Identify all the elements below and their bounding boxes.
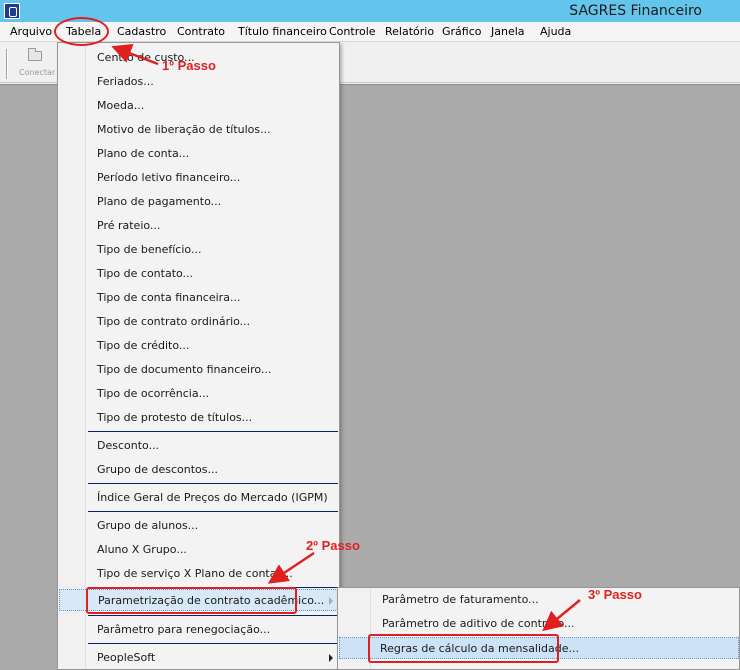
menu-grafico[interactable]: Gráfico: [442, 25, 482, 38]
menu-item-moeda[interactable]: Moeda...: [87, 95, 339, 117]
menu-item-desconto[interactable]: Desconto...: [87, 435, 339, 457]
step1-highlight-ellipse: [54, 17, 109, 46]
menu-item-plano-de-pagamento[interactable]: Plano de pagamento...: [87, 191, 339, 213]
menu-separator: [88, 643, 338, 644]
menu-cadastro[interactable]: Cadastro: [117, 25, 166, 38]
menu-item-pre-rateio[interactable]: Pré rateio...: [87, 215, 339, 237]
window-title: SAGRES Financeiro: [569, 3, 702, 19]
submenu-arrow-icon: [329, 597, 333, 605]
menu-item-parametro-aditivo[interactable]: Parâmetro de aditivo de contrato...: [372, 613, 738, 635]
toolbar-grip[interactable]: [6, 49, 8, 79]
menu-item-tipo-conta-financeira[interactable]: Tipo de conta financeira...: [87, 287, 339, 309]
app-icon[interactable]: [4, 3, 20, 19]
menu-separator: [88, 511, 338, 512]
menu-item-aluno-x-grupo[interactable]: Aluno X Grupo...: [87, 539, 339, 561]
menu-item-peoplesoft[interactable]: PeopleSoft: [87, 647, 339, 669]
menu-item-parametro-renegociacao[interactable]: Parâmetro para renegociação...: [87, 619, 339, 641]
menu-titulo-financeiro[interactable]: Título financeiro: [238, 25, 327, 38]
menu-ajuda[interactable]: Ajuda: [540, 25, 571, 38]
menu-item-tipo-de-beneficio[interactable]: Tipo de benefício...: [87, 239, 339, 261]
menu-item-tipo-de-ocorrencia[interactable]: Tipo de ocorrência...: [87, 383, 339, 405]
menu-janela[interactable]: Janela: [491, 25, 525, 38]
step2-highlight-box: [86, 587, 297, 614]
step3-highlight-box: [368, 634, 559, 663]
menu-item-grupo-de-descontos[interactable]: Grupo de descontos...: [87, 459, 339, 481]
tabela-menu: Centro de custo... Feriados... Moeda... …: [57, 42, 340, 670]
menu-arquivo[interactable]: Arquivo: [10, 25, 52, 38]
menu-bar: Arquivo Tabela Cadastro Contrato Título …: [0, 22, 740, 42]
menu-item-periodo-letivo[interactable]: Período letivo financeiro...: [87, 167, 339, 189]
menu-item-tipo-de-credito[interactable]: Tipo de crédito...: [87, 335, 339, 357]
menu-contrato[interactable]: Contrato: [177, 25, 225, 38]
menu-item-tipo-contrato-ordinario[interactable]: Tipo de contrato ordinário...: [87, 311, 339, 333]
step2-label: 2º Passo: [306, 538, 360, 553]
step3-label: 3º Passo: [588, 587, 642, 602]
menu-item-feriados[interactable]: Feriados...: [87, 71, 339, 93]
connect-label: Conectar: [19, 68, 56, 77]
menu-item-tipo-documento-financeiro[interactable]: Tipo de documento financeiro...: [87, 359, 339, 381]
connect-button[interactable]: Conectar: [14, 46, 58, 80]
menu-separator: [88, 431, 338, 432]
menu-item-tipo-protesto-titulos[interactable]: Tipo de protesto de títulos...: [87, 407, 339, 429]
menu-item-grupo-de-alunos[interactable]: Grupo de alunos...: [87, 515, 339, 537]
menu-item-parametro-faturamento[interactable]: Parâmetro de faturamento...: [372, 589, 738, 611]
menu-item-igpm[interactable]: Índice Geral de Preços do Mercado (IGPM): [87, 487, 339, 509]
menu-icon-gutter: [59, 44, 86, 669]
folder-open-icon: [28, 48, 42, 61]
menu-separator: [88, 615, 338, 616]
title-bar: SAGRES Financeiro: [0, 0, 740, 22]
submenu-arrow-icon: [329, 654, 333, 662]
menu-item-motivo-liberacao[interactable]: Motivo de liberação de títulos...: [87, 119, 339, 141]
menu-item-tipo-servico-x-plano[interactable]: Tipo de serviço X Plano de contas...: [87, 563, 339, 585]
menu-item-plano-de-conta[interactable]: Plano de conta...: [87, 143, 339, 165]
menu-separator: [88, 483, 338, 484]
step1-label: 1º Passo: [162, 58, 216, 73]
menu-item-tipo-de-contato[interactable]: Tipo de contato...: [87, 263, 339, 285]
menu-relatorio[interactable]: Relatório: [385, 25, 434, 38]
menu-controle[interactable]: Controle: [329, 25, 376, 38]
